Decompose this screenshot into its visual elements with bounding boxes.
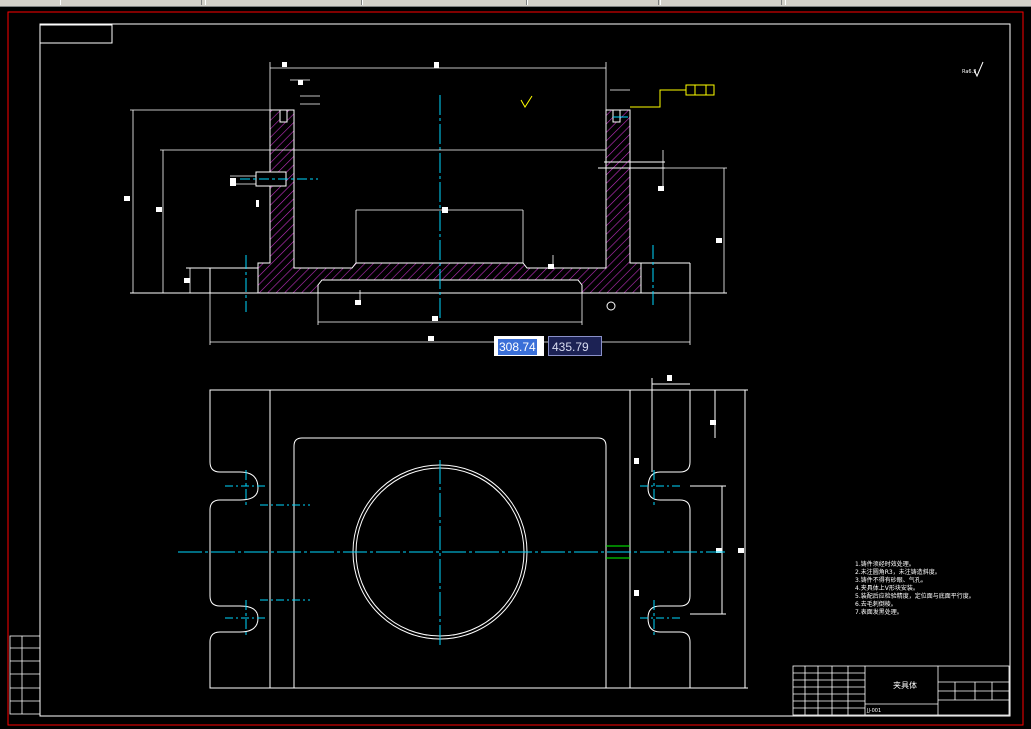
svg-text:Ra6.3: Ra6.3 — [962, 69, 976, 75]
cad-drawing-canvas[interactable]: Ra6.3 1.铸件须经时效处理。 2.未注圆角R3，未注铸造斜度。 3.铸件不… — [0, 6, 1031, 729]
technical-notes: 1.铸件须经时效处理。 2.未注圆角R3，未注铸造斜度。 3.铸件不得有砂眼、气… — [855, 560, 975, 616]
svg-text:2.未注圆角R3，未注铸造斜度。: 2.未注圆角R3，未注铸造斜度。 — [855, 568, 941, 576]
svg-text:5.装配后应检验精度，定位面与底面平行度。: 5.装配后应检验精度，定位面与底面平行度。 — [855, 592, 975, 600]
toolbar-field[interactable] — [527, 0, 659, 5]
toolbar-field[interactable] — [660, 0, 782, 5]
svg-text:4.夹具体上V形块安装。: 4.夹具体上V形块安装。 — [855, 584, 919, 592]
svg-text:3.铸件不得有砂眼、气孔。: 3.铸件不得有砂眼、气孔。 — [855, 576, 927, 584]
toolbar-field[interactable] — [362, 0, 527, 5]
tolerance-frame — [685, 84, 715, 96]
datum-symbol — [606, 301, 616, 311]
plan-view — [209, 378, 748, 689]
title-block — [792, 665, 1010, 716]
section-view — [130, 89, 727, 318]
svg-text:7.表面发黑处理。: 7.表面发黑处理。 — [855, 608, 903, 616]
sheet-outer-border — [7, 11, 1024, 726]
drawing-number: JJ-001 — [866, 708, 881, 714]
toolbar-field[interactable] — [785, 0, 1031, 5]
cursor-y-coordinate-input[interactable]: 435.79 — [548, 336, 602, 356]
drawing-number-box — [39, 24, 113, 44]
svg-text:6.去毛刺倒棱。: 6.去毛刺倒棱。 — [855, 600, 897, 608]
plan-view-centerlines — [178, 460, 725, 645]
plan-view-dimension-labels — [634, 375, 744, 596]
toolbar-field[interactable] — [205, 0, 362, 5]
dimension-labels — [124, 62, 722, 341]
section-view-dimensions — [130, 62, 727, 345]
part-name: 夹具体 — [893, 680, 917, 690]
svg-text:1.铸件须经时效处理。: 1.铸件须经时效处理。 — [855, 560, 915, 568]
roughness-symbol: Ra6.3 — [520, 61, 984, 108]
left-binding-strip — [9, 635, 41, 715]
cursor-x-coordinate-input[interactable]: 308.74 — [494, 336, 544, 356]
toolbar-field[interactable] — [60, 0, 202, 5]
